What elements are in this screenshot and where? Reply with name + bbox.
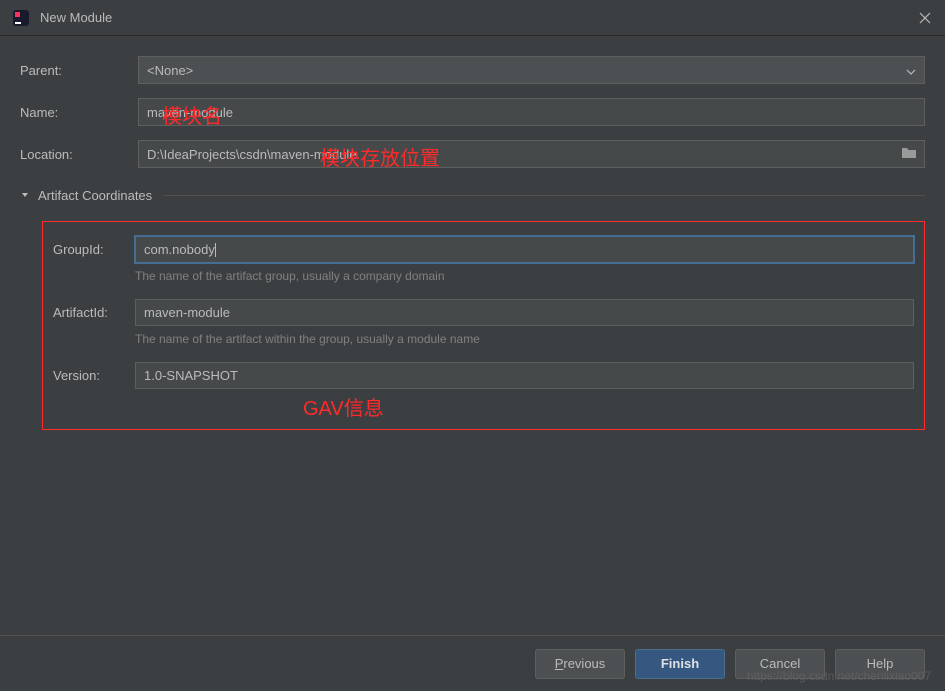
parent-row: Parent: <None> <box>20 56 925 84</box>
name-row: Name: 模块名 <box>20 98 925 126</box>
version-label: Version: <box>53 362 135 383</box>
help-button[interactable]: Help <box>835 649 925 679</box>
location-row: Location: 模块存放位置 <box>20 140 925 168</box>
annotation-gav-info: GAV信息 <box>303 392 384 421</box>
location-label: Location: <box>20 147 138 162</box>
previous-label-rest: revious <box>563 656 605 671</box>
section-title: Artifact Coordinates <box>38 188 152 203</box>
name-label: Name: <box>20 105 138 120</box>
parent-dropdown[interactable]: <None> <box>138 56 925 84</box>
parent-value: <None> <box>147 63 193 78</box>
artifactid-hint: The name of the artifact within the grou… <box>135 332 914 346</box>
section-divider <box>164 195 925 196</box>
gav-annotation-box: GroupId: com.nobody The name of the arti… <box>42 221 925 430</box>
chevron-down-icon <box>20 188 30 203</box>
version-input[interactable] <box>135 362 914 389</box>
groupid-hint: The name of the artifact group, usually … <box>135 269 914 283</box>
window-title: New Module <box>40 10 917 25</box>
dialog-content: Parent: <None> Name: 模块名 Location: 模块存放位… <box>0 36 945 430</box>
artifact-coordinates-header[interactable]: Artifact Coordinates <box>20 188 925 203</box>
artifactid-row: ArtifactId: The name of the artifact wit… <box>53 299 914 358</box>
close-icon[interactable] <box>917 10 933 26</box>
finish-button[interactable]: Finish <box>635 649 725 679</box>
previous-button[interactable]: Previous <box>535 649 625 679</box>
location-input[interactable] <box>138 140 925 168</box>
groupid-input[interactable]: com.nobody <box>135 236 914 263</box>
cancel-button[interactable]: Cancel <box>735 649 825 679</box>
name-input[interactable] <box>138 98 925 126</box>
titlebar: New Module <box>0 0 945 36</box>
app-icon <box>12 9 30 27</box>
groupid-label: GroupId: <box>53 236 135 257</box>
chevron-down-icon <box>906 63 916 78</box>
button-bar: Previous Finish Cancel Help <box>0 635 945 691</box>
parent-label: Parent: <box>20 63 138 78</box>
folder-browse-icon[interactable] <box>901 146 917 162</box>
artifactid-label: ArtifactId: <box>53 299 135 320</box>
text-caret <box>215 243 216 257</box>
artifactid-input[interactable] <box>135 299 914 326</box>
version-row: Version: <box>53 362 914 389</box>
groupid-row: GroupId: com.nobody The name of the arti… <box>53 236 914 295</box>
